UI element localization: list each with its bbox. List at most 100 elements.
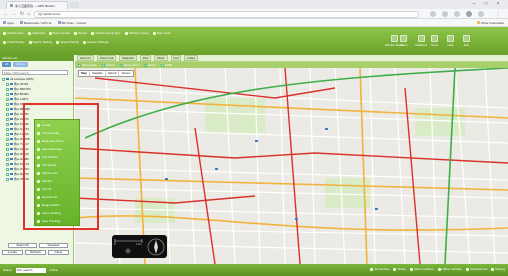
toolbar-button[interactable]: Track Replay: [3, 40, 25, 44]
back-icon[interactable]: ←: [3, 11, 9, 17]
layer-toggle[interactable]: Show plate: [78, 63, 97, 67]
extension-icon[interactable]: [442, 11, 448, 17]
checkbox[interactable]: [6, 82, 9, 86]
extension-icon-3[interactable]: [478, 11, 484, 17]
status-item[interactable]: All vehicles: [370, 267, 389, 271]
tree-item[interactable]: 鲁A·B9F700: [2, 87, 72, 91]
new-tab-button[interactable]: [70, 2, 79, 8]
map-tool-button[interactable]: Zoom In: [77, 55, 95, 61]
close-icon[interactable]: ×: [494, 1, 502, 7]
map-tool-button[interactable]: Measure: [119, 55, 138, 61]
select-all-button[interactable]: Select All: [8, 243, 37, 248]
map-tool-button[interactable]: Full: [170, 55, 182, 61]
refresh-button[interactable]: Refresh: [25, 250, 46, 255]
checkbox[interactable]: [6, 167, 9, 171]
checkbox[interactable]: [2, 77, 5, 81]
tree-item[interactable]: 鲁A·BF461: [2, 92, 72, 96]
status-item[interactable]: Moving: [491, 267, 505, 271]
checkbox[interactable]: [6, 127, 9, 131]
checkbox[interactable]: [6, 122, 9, 126]
checkbox[interactable]: [6, 157, 9, 161]
menu-icon[interactable]: ⋮: [495, 11, 501, 17]
layer-toggle[interactable]: Road: [144, 63, 156, 67]
map-tool-button[interactable]: Zoom Out: [97, 55, 117, 61]
map-tool-button[interactable]: Label: [184, 55, 198, 61]
browser-tab[interactable]: 北斗卫星定位 — GPS Monitor: [6, 1, 68, 9]
map-type-terrain[interactable]: Terrain: [119, 71, 132, 76]
toolbar-button[interactable]: Map Tools: [152, 31, 171, 35]
url-input[interactable]: (Q) ip/bd/monitor: [34, 11, 419, 18]
tree-item[interactable]: 鲁A·L0871: [2, 97, 72, 101]
toolbar-right-button[interactable]: Alarm: [400, 35, 408, 47]
checkbox[interactable]: [6, 112, 9, 116]
tab-online[interactable]: Online: [13, 62, 29, 67]
map-tool-button[interactable]: Pan: [140, 55, 152, 61]
checkbox[interactable]: [119, 63, 123, 67]
maximize-icon[interactable]: □: [482, 1, 490, 7]
profile-icon[interactable]: [466, 11, 472, 17]
checkbox[interactable]: [6, 177, 9, 181]
close-panel-button[interactable]: Close: [48, 250, 69, 255]
context-menu-item[interactable]: Fence Setting: [37, 209, 79, 217]
checkbox[interactable]: [6, 117, 9, 121]
context-menu-item[interactable]: Real-time Photo: [37, 137, 79, 145]
locate-button[interactable]: Locate: [2, 250, 23, 255]
toolbar-right-button[interactable]: Exit: [463, 35, 470, 47]
toolbar-button[interactable]: Vehicle Mon.: [3, 31, 24, 35]
context-menu-item[interactable]: Send Message: [37, 145, 79, 153]
forward-icon[interactable]: →: [11, 11, 17, 17]
home-icon[interactable]: ⌂: [26, 11, 32, 17]
map-type-map[interactable]: Map: [79, 71, 90, 76]
toolbar-right-button[interactable]: Tools: [431, 35, 438, 47]
toolbar-button[interactable]: System Settings: [83, 40, 109, 44]
checkbox[interactable]: [6, 137, 9, 141]
checkbox[interactable]: [6, 162, 9, 166]
minimize-icon[interactable]: ‒: [470, 1, 478, 7]
toolbar-right-button[interactable]: Statistics: [415, 35, 427, 47]
tree-item[interactable]: 鲁A·39701: [2, 82, 72, 86]
context-menu-item[interactable]: Stop Tracking: [37, 217, 79, 225]
bookmark-star-icon[interactable]: [430, 11, 436, 17]
toolbar-right-button[interactable]: Help: [447, 35, 454, 47]
context-menu-item[interactable]: Monitor: [37, 177, 79, 185]
extension-icon-2[interactable]: [454, 11, 460, 17]
other-bookmarks[interactable]: Other bookmarks: [476, 21, 504, 25]
checkbox[interactable]: [6, 92, 9, 96]
checkbox[interactable]: [6, 152, 9, 156]
map-tool-button[interactable]: Ruler: [154, 55, 168, 61]
tree-item[interactable]: All vehicles (23/5): [2, 77, 72, 81]
map-type-satellite[interactable]: Satellite: [90, 71, 106, 76]
map-type-hybrid[interactable]: Hybrid: [106, 71, 120, 76]
checkbox[interactable]: [6, 107, 9, 111]
toolbar-button[interactable]: Speed Setting: [56, 40, 79, 44]
context-menu-item[interactable]: Restore Oil: [37, 193, 79, 201]
checkbox[interactable]: [6, 97, 9, 101]
toolbar-button[interactable]: Region Setting: [28, 40, 52, 44]
toolbar-button[interactable]: Alarm Center: [48, 31, 70, 35]
layer-toggle[interactable]: Follow: [101, 63, 115, 67]
status-item[interactable]: Alarm vehicles: [410, 267, 434, 271]
bookmark-item[interactable]: Bookmarks / GPS 11: [19, 21, 52, 25]
status-item[interactable]: Online: [393, 267, 406, 271]
checkbox[interactable]: [6, 102, 9, 106]
toolbar-button[interactable]: Report: [74, 31, 87, 35]
context-menu-item[interactable]: Set Speed: [37, 161, 79, 169]
checkbox[interactable]: [6, 132, 9, 136]
toolbar-button[interactable]: Platform Query: [124, 31, 149, 35]
bookmark-item[interactable]: BD Tools · monitor: [57, 21, 86, 25]
status-item[interactable]: Offline vehicles: [437, 267, 462, 271]
toolbar-button[interactable]: Historical: [28, 31, 45, 35]
context-menu-item[interactable]: Track Replay: [37, 129, 79, 137]
deselect-button[interactable]: Deselect: [39, 243, 68, 248]
checkbox[interactable]: [6, 142, 9, 146]
vehicle-search-input[interactable]: [2, 70, 68, 75]
toolbar-button[interactable]: Vehicle Group Mgr.: [91, 31, 121, 35]
tab-all[interactable]: All: [2, 62, 12, 67]
status-search-input[interactable]: Veh. search: [15, 267, 46, 273]
checkbox[interactable]: [101, 63, 105, 67]
context-menu-item[interactable]: Region Alarm: [37, 201, 79, 209]
checkbox[interactable]: [144, 63, 148, 67]
context-menu-item[interactable]: Cut Oil: [37, 185, 79, 193]
checkbox[interactable]: [6, 172, 9, 176]
layer-toggle[interactable]: Traffic: [160, 63, 173, 67]
